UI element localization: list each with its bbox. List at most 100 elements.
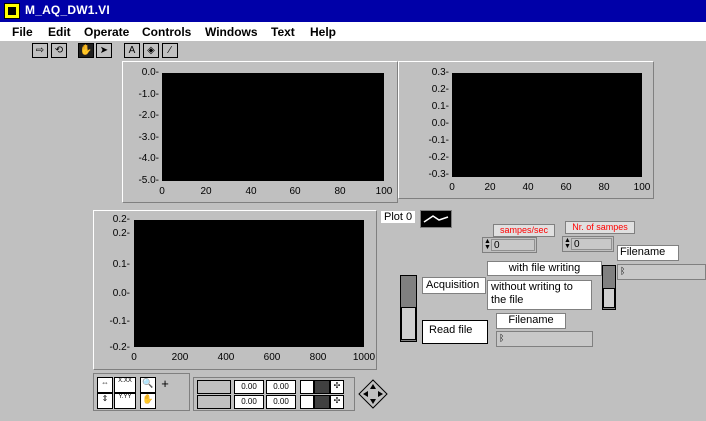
cursor-color-button[interactable] bbox=[314, 380, 330, 394]
filename-path-control-2[interactable]: ᛒ bbox=[496, 331, 593, 347]
increment-arrows-icon[interactable]: ▲ ▼ bbox=[564, 237, 571, 250]
color-copy-icon[interactable]: ◈ bbox=[143, 43, 159, 58]
read-file-button[interactable]: Read file bbox=[422, 320, 488, 344]
increment-arrows-icon[interactable]: ▲ ▼ bbox=[484, 238, 491, 251]
without-writing-label: without writing to the file bbox=[487, 280, 592, 310]
y-tick: 0.3- bbox=[431, 67, 449, 78]
menu-file[interactable]: File bbox=[12, 25, 33, 39]
cursor-display: 0.00 0.00 ✣ 0.00 0.00 ✣ bbox=[193, 377, 355, 411]
x-tick: 40 bbox=[522, 182, 534, 193]
y-tick: -2.0- bbox=[138, 110, 159, 121]
x-tick: 0 bbox=[131, 352, 137, 363]
sampes-sec-control[interactable]: ▲ ▼ 0 bbox=[482, 237, 537, 253]
menu-windows[interactable]: Windows bbox=[205, 25, 258, 39]
menu-text[interactable]: Text bbox=[271, 25, 295, 39]
menu-controls[interactable]: Controls bbox=[142, 25, 191, 39]
plot-legend[interactable]: Plot 0 bbox=[381, 210, 453, 228]
menu-help[interactable]: Help bbox=[310, 25, 336, 39]
operate-hand-icon[interactable]: ✋ bbox=[78, 43, 94, 58]
cursor-move-diamond-icon[interactable] bbox=[358, 379, 388, 409]
y-tick: -1.0- bbox=[138, 89, 159, 100]
x-tick: 400 bbox=[217, 352, 235, 363]
menu-bar: File Edit Operate Controls Windows Text … bbox=[0, 22, 706, 41]
x-tick: 600 bbox=[263, 352, 281, 363]
x-tick: 100 bbox=[633, 182, 651, 193]
y-autoscale-icon[interactable]: ⇕ bbox=[97, 393, 113, 409]
y-tick: 0.2- bbox=[431, 84, 449, 95]
waveform-graph-1: 0.0- -1.0- -2.0- -3.0- -4.0- -5.0- 0 20 … bbox=[122, 61, 398, 203]
filename-path-control-1[interactable]: ᛒ bbox=[617, 264, 706, 280]
y-tick: 0.2- bbox=[112, 214, 130, 225]
cursor-x-field[interactable]: 0.00 bbox=[234, 380, 264, 394]
sampes-sec-label: sampes/sec bbox=[493, 224, 555, 237]
cursor-style-icon[interactable]: ✣ bbox=[330, 380, 344, 394]
x-tick: 100 bbox=[375, 186, 393, 197]
file-writing-switch[interactable] bbox=[602, 265, 616, 310]
plot-area-3[interactable] bbox=[134, 220, 364, 347]
y-tick: 0.1- bbox=[431, 101, 449, 112]
cursor-lock-button[interactable] bbox=[300, 395, 314, 409]
acquisition-readfile-switch[interactable] bbox=[400, 275, 417, 342]
x-tick: 200 bbox=[171, 352, 189, 363]
cursor-lock-button[interactable] bbox=[300, 380, 314, 394]
y-tick: 0.1- bbox=[112, 259, 130, 270]
path-browse-icon[interactable]: ᛒ bbox=[499, 333, 504, 343]
run-arrow-icon[interactable]: ⇨ bbox=[32, 43, 48, 58]
menu-operate[interactable]: Operate bbox=[84, 25, 129, 39]
waveform-graph-2: 0.3- 0.2- 0.1- 0.0- -0.1- -0.2- -0.3- 0 … bbox=[398, 61, 654, 199]
nr-samples-value[interactable]: 0 bbox=[571, 238, 612, 250]
window-title: M_AQ_DW1.VI bbox=[25, 3, 110, 17]
x-tick: 40 bbox=[245, 186, 257, 197]
x-autoscale-icon[interactable]: ⇔ bbox=[97, 377, 113, 393]
filename-label-1: Filename bbox=[617, 245, 679, 261]
crosshair-icon[interactable]: + bbox=[158, 377, 172, 391]
cursor-name-field[interactable] bbox=[197, 395, 231, 409]
path-browse-icon[interactable]: ᛒ bbox=[620, 266, 625, 276]
y-tick: -0.1- bbox=[109, 316, 130, 327]
menu-edit[interactable]: Edit bbox=[48, 25, 71, 39]
x-tick: 0 bbox=[449, 182, 455, 193]
y-tick: -4.0- bbox=[138, 153, 159, 164]
cursor-y-field[interactable]: 0.00 bbox=[266, 380, 296, 394]
y-tick: -3.0- bbox=[138, 132, 159, 143]
x-tick: 0 bbox=[159, 186, 165, 197]
pan-hand-icon[interactable]: ✋ bbox=[140, 393, 156, 409]
y-tick: 0.2- bbox=[112, 228, 130, 239]
x-tick: 60 bbox=[289, 186, 301, 197]
switch-knob[interactable] bbox=[603, 288, 615, 308]
x-format-button[interactable]: X.XX bbox=[114, 377, 136, 393]
nr-samples-control[interactable]: ▲ ▼ 0 bbox=[562, 236, 614, 252]
x-tick: 800 bbox=[309, 352, 327, 363]
vi-icon bbox=[4, 3, 20, 19]
waveform-graph-3: 0.2- 0.2- 0.1- 0.0- -0.1- -0.2- 0 200 40… bbox=[93, 210, 377, 370]
filename-label-2: Filename bbox=[496, 313, 566, 329]
y-tick: -0.3- bbox=[428, 169, 449, 180]
cursor-color-button[interactable] bbox=[314, 395, 330, 409]
y-tick: 0.0- bbox=[112, 288, 130, 299]
plot-area-1[interactable] bbox=[162, 73, 384, 181]
zoom-icon[interactable]: 🔍 bbox=[140, 377, 156, 393]
cursor-y-field[interactable]: 0.00 bbox=[266, 395, 296, 409]
y-tick: -0.1- bbox=[428, 135, 449, 146]
plot-legend-label: Plot 0 bbox=[381, 211, 416, 223]
color-brush-icon[interactable]: ∕ bbox=[162, 43, 178, 58]
graph-palette: ⇔ ⇕ X.XX Y.YY 🔍 ✋ + bbox=[93, 373, 190, 411]
x-tick: 80 bbox=[334, 186, 346, 197]
y-format-button[interactable]: Y.YY bbox=[114, 393, 136, 409]
sampes-sec-value[interactable]: 0 bbox=[491, 239, 535, 251]
run-continuous-icon[interactable]: ⟲ bbox=[51, 43, 67, 58]
cursor-style-icon[interactable]: ✣ bbox=[330, 395, 344, 409]
y-tick: -5.0- bbox=[138, 175, 159, 186]
text-tool-icon[interactable]: A bbox=[124, 43, 140, 58]
plot-area-2[interactable] bbox=[452, 73, 642, 177]
plot-line-style-icon bbox=[420, 210, 452, 228]
switch-knob[interactable] bbox=[401, 307, 416, 340]
position-arrow-icon[interactable]: ➤ bbox=[96, 43, 112, 58]
toolbar: ⇨ ⟲ ✋ ➤ A ◈ ∕ bbox=[0, 41, 706, 61]
title-bar: M_AQ_DW1.VI bbox=[0, 0, 706, 22]
cursor-name-field[interactable] bbox=[197, 380, 231, 394]
y-tick: -0.2- bbox=[428, 152, 449, 163]
x-tick: 20 bbox=[200, 186, 212, 197]
cursor-x-field[interactable]: 0.00 bbox=[234, 395, 264, 409]
acquisition-label: Acquisition bbox=[422, 277, 486, 294]
